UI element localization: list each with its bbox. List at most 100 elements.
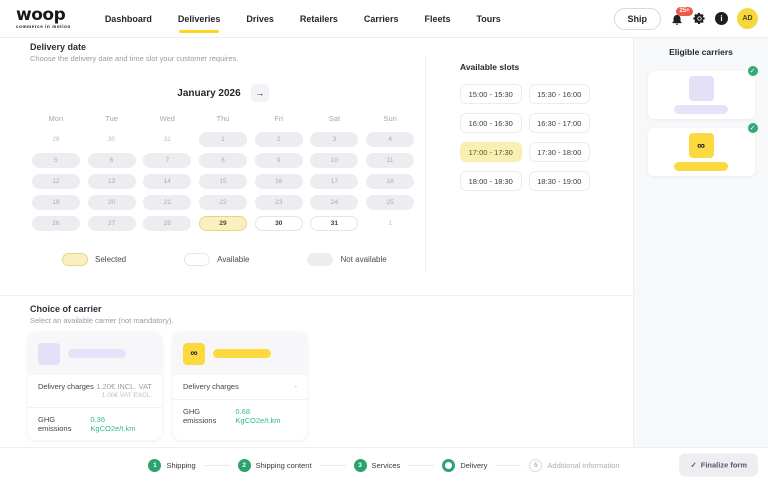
carrier-card-yellow[interactable]: ∞Delivery charges-GHG emissions0.68 KgCO… — [173, 332, 307, 440]
calendar-day-unavailable: 11 — [366, 153, 414, 168]
step-connector — [320, 465, 346, 466]
step-connector — [495, 465, 521, 466]
time-slot-selected[interactable]: 17:00 - 17:30 — [460, 142, 522, 162]
legend-item-available: Available — [184, 253, 249, 266]
carrier-name-bar — [68, 349, 126, 358]
calendar-day-unavailable: 9 — [255, 153, 303, 168]
step-additional-information[interactable]: 5 Additional information — [529, 459, 619, 472]
time-slot[interactable]: 15:30 - 16:00 — [529, 84, 591, 104]
carrier-name-bar — [213, 349, 271, 358]
delivery-charges-sub: 1.00€ VAT EXCL. — [96, 392, 152, 400]
carrier-card-logo-area — [28, 332, 162, 375]
calendar-month-label: January 2026 — [177, 88, 240, 99]
step-number: 3 — [354, 459, 367, 472]
calendar-day-outside: 29 — [32, 132, 80, 147]
ghg-emissions-label: GHG emissions — [38, 415, 90, 433]
legend-item-unavailable: Not available — [307, 253, 386, 266]
carrier-logo-icon: ∞ — [183, 343, 205, 365]
carrier-choice-header: Choice of carrier Select an available ca… — [30, 304, 173, 325]
time-slot[interactable]: 15:00 - 15:30 — [460, 84, 522, 104]
delivery-charges-value: - — [295, 382, 298, 392]
calendar-day-unavailable: 27 — [88, 216, 136, 231]
ghg-emissions-label: GHG emissions — [183, 407, 235, 425]
calendar-day-selected[interactable]: 29 — [199, 216, 247, 231]
calendar-day-unavailable: 24 — [310, 195, 358, 210]
step-shipping[interactable]: 1 Shipping — [148, 459, 195, 472]
calendar-day-outside: 1 — [366, 216, 414, 231]
finalize-form-label: Finalize form — [701, 461, 747, 470]
calendar-day-unavailable: 26 — [32, 216, 80, 231]
calendar-day-outside: 30 — [88, 132, 136, 147]
logo-tagline: commerce in motion — [16, 25, 71, 30]
eligible-carrier-card-yellow[interactable]: ∞✓ — [648, 128, 755, 176]
calendar-day-unavailable: 4 — [366, 132, 414, 147]
top-header: woop commerce in motion Dashboard Deliver… — [0, 0, 768, 38]
delivery-charges-row: Delivery charges1.20€ INCL. VAT1.00€ VAT… — [28, 375, 162, 408]
calendar-legend: Selected Available Not available — [62, 253, 387, 266]
calendar-day-available[interactable]: 30 — [255, 216, 303, 231]
wizard-stepper: 1 Shipping 2Shipping content 3 Services Deliv… — [148, 459, 619, 472]
nav-item-tours[interactable]: Tours — [476, 14, 500, 24]
time-slot[interactable]: 18:30 - 19:00 — [529, 171, 591, 191]
eligible-carrier-list: ✓ ∞✓ — [634, 71, 768, 176]
calendar-day-unavailable: 5 — [32, 153, 80, 168]
calendar-day-unavailable: 3 — [310, 132, 358, 147]
step-label: Shipping — [166, 461, 195, 470]
calendar-day-unavailable: 20 — [88, 195, 136, 210]
step-number: 1 — [148, 459, 161, 472]
nav-item-deliveries[interactable]: Deliveries — [178, 14, 221, 24]
nav-item-retailers[interactable]: Retailers — [300, 14, 338, 24]
ship-button[interactable]: Ship — [614, 8, 662, 30]
step-label: Additional information — [547, 461, 619, 470]
eligible-carrier-card-lavender[interactable]: ✓ — [648, 71, 755, 119]
finalize-form-button[interactable]: ✓ Finalize form — [679, 454, 758, 477]
time-slot[interactable]: 18:00 - 18:30 — [460, 171, 522, 191]
day-header: Mon — [28, 114, 84, 123]
wizard-footer: 1 Shipping 2Shipping content 3 Services Deliv… — [0, 447, 768, 482]
time-slot[interactable]: 17:30 - 18:00 — [529, 142, 591, 162]
delivery-date-header: Delivery date Choose the delivery date a… — [0, 38, 633, 63]
step-label: Services — [372, 461, 401, 470]
section-subtitle-carrier-choice: Select an available carrier (not mandato… — [30, 316, 173, 325]
avatar[interactable]: AD — [737, 8, 758, 29]
delivery-charges-label: Delivery charges — [183, 382, 239, 391]
step-label: Shipping content — [256, 461, 312, 470]
day-header: Sun — [362, 114, 418, 123]
step-number: 5 — [529, 459, 542, 472]
step-services[interactable]: 3 Services — [354, 459, 401, 472]
calendar-day-unavailable: 19 — [32, 195, 80, 210]
calendar-day-unavailable: 22 — [199, 195, 247, 210]
day-header: Thu — [195, 114, 251, 123]
settings-gear-icon[interactable] — [693, 12, 706, 25]
calendar-day-unavailable: 13 — [88, 174, 136, 189]
step-delivery[interactable]: Delivery — [442, 459, 487, 472]
calendar-next-month-button[interactable]: → — [251, 84, 269, 102]
nav-item-fleets[interactable]: Fleets — [424, 14, 450, 24]
legend-swatch-unavailable — [307, 253, 333, 266]
carrier-card-logo-area: ∞ — [173, 332, 307, 375]
nav-item-carriers[interactable]: Carriers — [364, 14, 399, 24]
time-slot[interactable]: 16:30 - 17:00 — [529, 113, 591, 133]
step-shipping-content[interactable]: 2Shipping content — [238, 459, 312, 472]
calendar-day-available[interactable]: 31 — [310, 216, 358, 231]
info-icon[interactable]: i — [715, 12, 728, 25]
day-header: Tue — [84, 114, 140, 123]
legend-label: Selected — [95, 255, 126, 264]
day-header: Wed — [139, 114, 195, 123]
calendar-day-unavailable: 14 — [143, 174, 191, 189]
notifications-button[interactable]: 25+ — [670, 12, 684, 26]
calendar-day-unavailable: 1 — [199, 132, 247, 147]
calendar-day-unavailable: 12 — [32, 174, 80, 189]
legend-label: Not available — [340, 255, 386, 264]
carrier-logo-icon — [38, 343, 60, 365]
woop-logo[interactable]: woop commerce in motion — [16, 7, 71, 30]
calendar-day-unavailable: 16 — [255, 174, 303, 189]
nav-item-dashboard[interactable]: Dashboard — [105, 14, 152, 24]
carrier-card-lavender[interactable]: Delivery charges1.20€ INCL. VAT1.00€ VAT… — [28, 332, 162, 440]
carrier-name-bar — [674, 162, 728, 171]
time-slot[interactable]: 16:00 - 16:30 — [460, 113, 522, 133]
header-actions: Ship 25+ i AD — [614, 8, 759, 30]
nav-item-drives[interactable]: Drives — [246, 14, 274, 24]
calendar-day-unavailable: 7 — [143, 153, 191, 168]
calendar-day-unavailable: 23 — [255, 195, 303, 210]
